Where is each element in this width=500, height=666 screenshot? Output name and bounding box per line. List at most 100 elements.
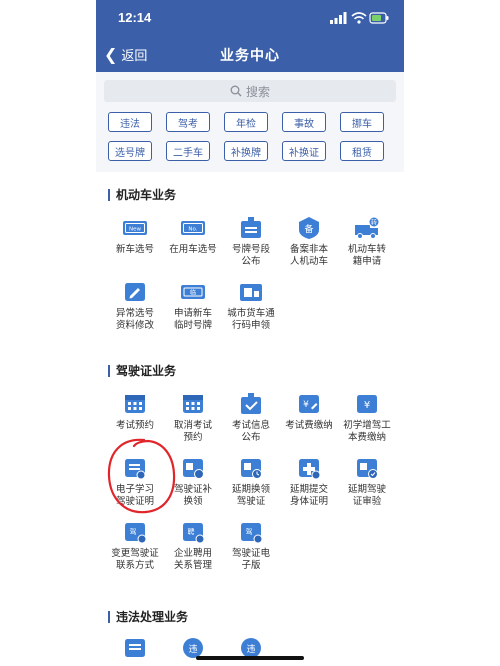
service-item[interactable]: 异常选号 资料修改	[106, 280, 164, 332]
section-title-license: 驾驶证业务	[108, 362, 176, 379]
service-label: 异常选号 资料修改	[115, 308, 154, 331]
service-item[interactable]: 城市货车通 行码申领	[222, 280, 280, 332]
service-item[interactable]: ¥ 考试费缴纳	[280, 392, 338, 444]
record-icon: 备	[295, 216, 323, 240]
service-label: 机动车转 籍申请	[347, 244, 386, 267]
page-title: 业务中心	[220, 48, 280, 64]
service-item[interactable]: 延期驾驶 证审验	[338, 456, 396, 508]
service-label: 考试预约	[115, 420, 154, 431]
service-label: 驾驶证补 换领	[173, 484, 212, 507]
vehicle-services-grid: New 新车选号 No. 在用车选号 号牌号段 公布备备案非本 人机动车转机动车转 籍申…	[106, 216, 396, 332]
section-title-vehicle: 机动车业务	[108, 186, 176, 203]
e-license-icon: 驾	[237, 520, 265, 544]
status-icons	[330, 10, 390, 26]
status-time: 12:14	[118, 10, 152, 25]
service-label: 变更驾驶证 联系方式	[111, 548, 159, 571]
employ-icon: 聘	[179, 520, 207, 544]
temp-plate-icon: 临	[179, 280, 207, 304]
svg-text:驾: 驾	[246, 527, 253, 536]
svg-text:聘: 聘	[188, 527, 195, 536]
service-label: 在用车选号	[169, 244, 217, 255]
service-label: 考试费缴纳	[285, 420, 333, 431]
chip-1[interactable]: 驾考	[166, 112, 210, 132]
contact-change-icon: 驾	[121, 520, 149, 544]
service-item[interactable]: 转机动车转 籍申请	[338, 216, 396, 268]
service-item[interactable]: 临申请新车 临时号牌	[164, 280, 222, 332]
service-label: 申请新车 临时号牌	[173, 308, 212, 331]
service-label: 号牌号段 公布	[231, 244, 270, 267]
chip-2[interactable]: 年检	[224, 112, 268, 132]
service-item[interactable]: 延期提交 身体证明	[280, 456, 338, 508]
service-label: 考试信息 公布	[231, 420, 270, 443]
home-indicator	[196, 656, 304, 660]
chip-9[interactable]: 租赁	[340, 141, 384, 161]
service-label: 延期驾驶 证审验	[347, 484, 386, 507]
service-item[interactable]: 考试信息 公布	[222, 392, 280, 444]
svg-text:临: 临	[190, 289, 196, 297]
service-label: 电子学习 驾驶证明	[115, 484, 154, 507]
transfer-truck-icon: 转	[353, 216, 381, 240]
service-label: 延期提交 身体证明	[289, 484, 328, 507]
service-item[interactable]: 驾驾驶证电 子版	[222, 520, 280, 572]
health-delay-icon	[295, 456, 323, 480]
chip-8[interactable]: 补换证	[282, 141, 326, 161]
section-title-violation: 违法处理业务	[108, 608, 188, 625]
battery-icon	[369, 12, 389, 24]
chip-6[interactable]: 二手车	[166, 141, 210, 161]
chip-3[interactable]: 事故	[282, 112, 326, 132]
quick-chips: 违法 驾考 年检 事故 挪车选号牌 二手车 补换牌 补换证 租赁	[108, 112, 396, 161]
service-item[interactable]: 考试预约	[106, 392, 164, 444]
service-item[interactable]: 驾驶证补 换领	[164, 456, 222, 508]
plate-notice-icon	[237, 216, 265, 240]
service-label: 驾驶证电 子版	[231, 548, 270, 571]
calendar-icon	[121, 392, 149, 416]
svg-text:驾: 驾	[130, 527, 137, 536]
fee-book-icon: ¥	[353, 392, 381, 416]
svg-text:备: 备	[304, 223, 313, 235]
service-label: 新车选号	[115, 244, 154, 255]
license-audit-icon	[353, 456, 381, 480]
e-certificate-icon	[121, 456, 149, 480]
license-delay-icon	[237, 456, 265, 480]
svg-text:违: 违	[246, 644, 255, 655]
chip-5[interactable]: 选号牌	[108, 141, 152, 161]
service-item[interactable]: 延期换领 驾驶证	[222, 456, 280, 508]
wifi-icon	[351, 12, 367, 20]
app-screen: 12:14 ❮ 返回 业务中心 搜索 违法 驾考 年检 事故 挪车 选号牌 二手…	[96, 0, 404, 666]
license-services-grid: 考试预约 取消考试 预约 考试信息 公布 ¥ 考试费缴纳 ¥ 初学增驾工 本费缴纳电子学习 …	[106, 392, 396, 572]
fee-icon: ¥	[295, 392, 323, 416]
search-icon	[230, 85, 242, 97]
service-label: 备案非本 人机动车	[289, 244, 328, 267]
service-item[interactable]: 驾变更驾驶证 联系方式	[106, 520, 164, 572]
svg-text:¥: ¥	[364, 400, 370, 411]
search-placeholder: 搜索	[245, 84, 270, 99]
license-renew-icon	[179, 456, 207, 480]
service-item[interactable]: New 新车选号	[106, 216, 164, 268]
service-item[interactable]: ¥ 初学增驾工 本费缴纳	[338, 392, 396, 444]
service-item[interactable]: 取消考试 预约	[164, 392, 222, 444]
chip-4[interactable]: 挪车	[340, 112, 384, 132]
service-item[interactable]: 号牌号段 公布	[222, 216, 280, 268]
service-label: 初学增驾工 本费缴纳	[343, 420, 391, 443]
search-input[interactable]: 搜索	[104, 80, 396, 102]
chip-7[interactable]: 补换牌	[224, 141, 268, 161]
service-label: 延期换领 驾驶证	[231, 484, 270, 507]
top-bar: 12:14 ❮ 返回 业务中心	[96, 0, 404, 72]
service-item[interactable]: 电子学习 驾驶证明	[106, 456, 164, 508]
service-item[interactable]	[106, 636, 164, 664]
service-item[interactable]: 备备案非本 人机动车	[280, 216, 338, 268]
calendar-cancel-icon	[179, 392, 207, 416]
svg-text:转: 转	[371, 219, 377, 227]
service-label: 取消考试 预约	[173, 420, 212, 443]
signal-icon	[330, 12, 347, 24]
service-label: 城市货车通 行码申领	[227, 308, 275, 331]
service-item[interactable]: 聘企业聘用 关系管理	[164, 520, 222, 572]
exam-notice-icon	[237, 392, 265, 416]
service-label: 企业聘用 关系管理	[173, 548, 212, 571]
svg-text:No.: No.	[188, 227, 197, 233]
edit-doc-icon	[121, 280, 149, 304]
used-plate-icon: No.	[179, 216, 207, 240]
chip-0[interactable]: 违法	[108, 112, 152, 132]
svg-text:New: New	[129, 227, 141, 233]
service-item[interactable]: No. 在用车选号	[164, 216, 222, 268]
